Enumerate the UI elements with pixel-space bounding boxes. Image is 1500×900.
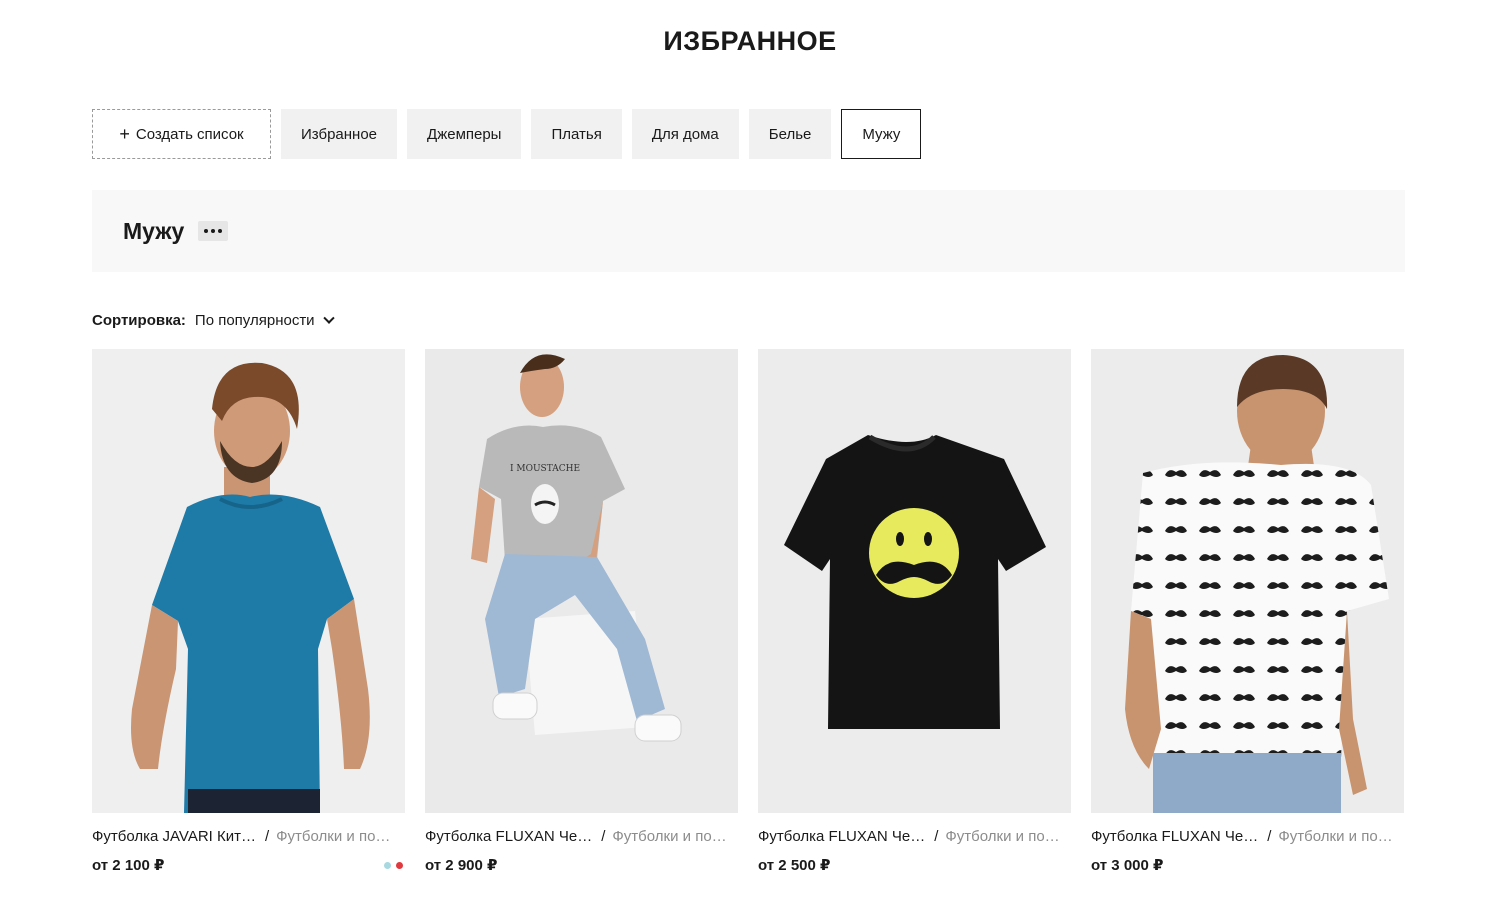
dot xyxy=(211,229,216,233)
product-photo-black-tshirt xyxy=(758,349,1071,813)
product-photo-white-print-tshirt xyxy=(1091,349,1404,813)
plus-icon: + xyxy=(119,124,130,144)
tshirt-print-text: I MOUSTACHE xyxy=(510,464,580,474)
product-card: Футболка FLUXAN Че… / Футболки и по… от … xyxy=(758,349,1071,874)
product-price: от 2 100 ₽ xyxy=(92,857,165,874)
product-image[interactable] xyxy=(92,349,405,813)
color-swatch[interactable] xyxy=(384,861,391,869)
product-name[interactable]: Футболка FLUXAN Че… xyxy=(1091,828,1258,845)
sort-dropdown[interactable]: По популярности xyxy=(194,312,335,329)
product-image[interactable] xyxy=(758,349,1071,813)
product-category[interactable]: Футболки и по… xyxy=(1278,828,1392,845)
color-swatch[interactable] xyxy=(396,861,403,869)
product-card: Футболка JAVARI Кит… / Футболки и по… от… xyxy=(92,349,405,874)
tab-husband[interactable]: Мужу xyxy=(841,109,922,159)
list-title: Мужу xyxy=(123,217,185,244)
sort-value: По популярности xyxy=(194,312,315,329)
tab-lingerie[interactable]: Белье xyxy=(748,109,832,159)
product-card: I MOUSTACHE Футболка FLUXAN Че… / Футбол… xyxy=(425,349,738,874)
product-price: от 2 900 ₽ xyxy=(425,857,498,874)
product-price: от 2 500 ₽ xyxy=(758,857,831,874)
product-price: от 3 000 ₽ xyxy=(1091,857,1164,874)
list-tabs: + Создать список Избранное Джемперы Плат… xyxy=(92,109,922,159)
product-name[interactable]: Футболка JAVARI Кит… xyxy=(92,828,256,845)
product-category[interactable]: Футболки и по… xyxy=(276,828,390,845)
dot xyxy=(218,229,223,233)
more-dots-icon[interactable] xyxy=(198,221,229,241)
product-image[interactable] xyxy=(1091,349,1404,813)
product-category[interactable]: Футболки и по… xyxy=(945,828,1059,845)
separator: / xyxy=(264,828,270,845)
tab-sweaters[interactable]: Джемперы xyxy=(407,109,522,159)
color-swatches xyxy=(384,861,403,869)
separator: / xyxy=(601,828,606,845)
product-photo-blue-tshirt xyxy=(92,349,405,813)
separator: / xyxy=(934,828,939,845)
sort-control: Сортировка: По популярности xyxy=(92,312,335,329)
create-list-button[interactable]: + Создать список xyxy=(92,109,271,159)
separator: / xyxy=(1267,828,1272,845)
product-name[interactable]: Футболка FLUXAN Че… xyxy=(758,828,925,845)
product-name[interactable]: Футболка FLUXAN Че… xyxy=(425,828,592,845)
tab-favorites[interactable]: Избранное xyxy=(281,109,398,159)
create-list-label: Создать список xyxy=(135,125,244,143)
product-image[interactable]: I MOUSTACHE xyxy=(425,349,738,813)
list-header: Мужу xyxy=(92,190,1405,272)
product-grid: Футболка JAVARI Кит… / Футболки и по… от… xyxy=(92,349,1404,874)
page-title: ИЗБРАННОЕ xyxy=(663,26,837,56)
dot xyxy=(204,229,209,233)
chevron-down-icon xyxy=(322,312,335,324)
product-card: Футболка FLUXAN Че… / Футболки и по… от … xyxy=(1091,349,1404,874)
product-category[interactable]: Футболки и по… xyxy=(612,828,726,845)
tab-dresses[interactable]: Платья xyxy=(531,109,622,159)
product-photo-grey-tshirt: I MOUSTACHE xyxy=(425,349,738,813)
sort-label: Сортировка: xyxy=(92,312,186,329)
tab-home[interactable]: Для дома xyxy=(631,109,739,159)
